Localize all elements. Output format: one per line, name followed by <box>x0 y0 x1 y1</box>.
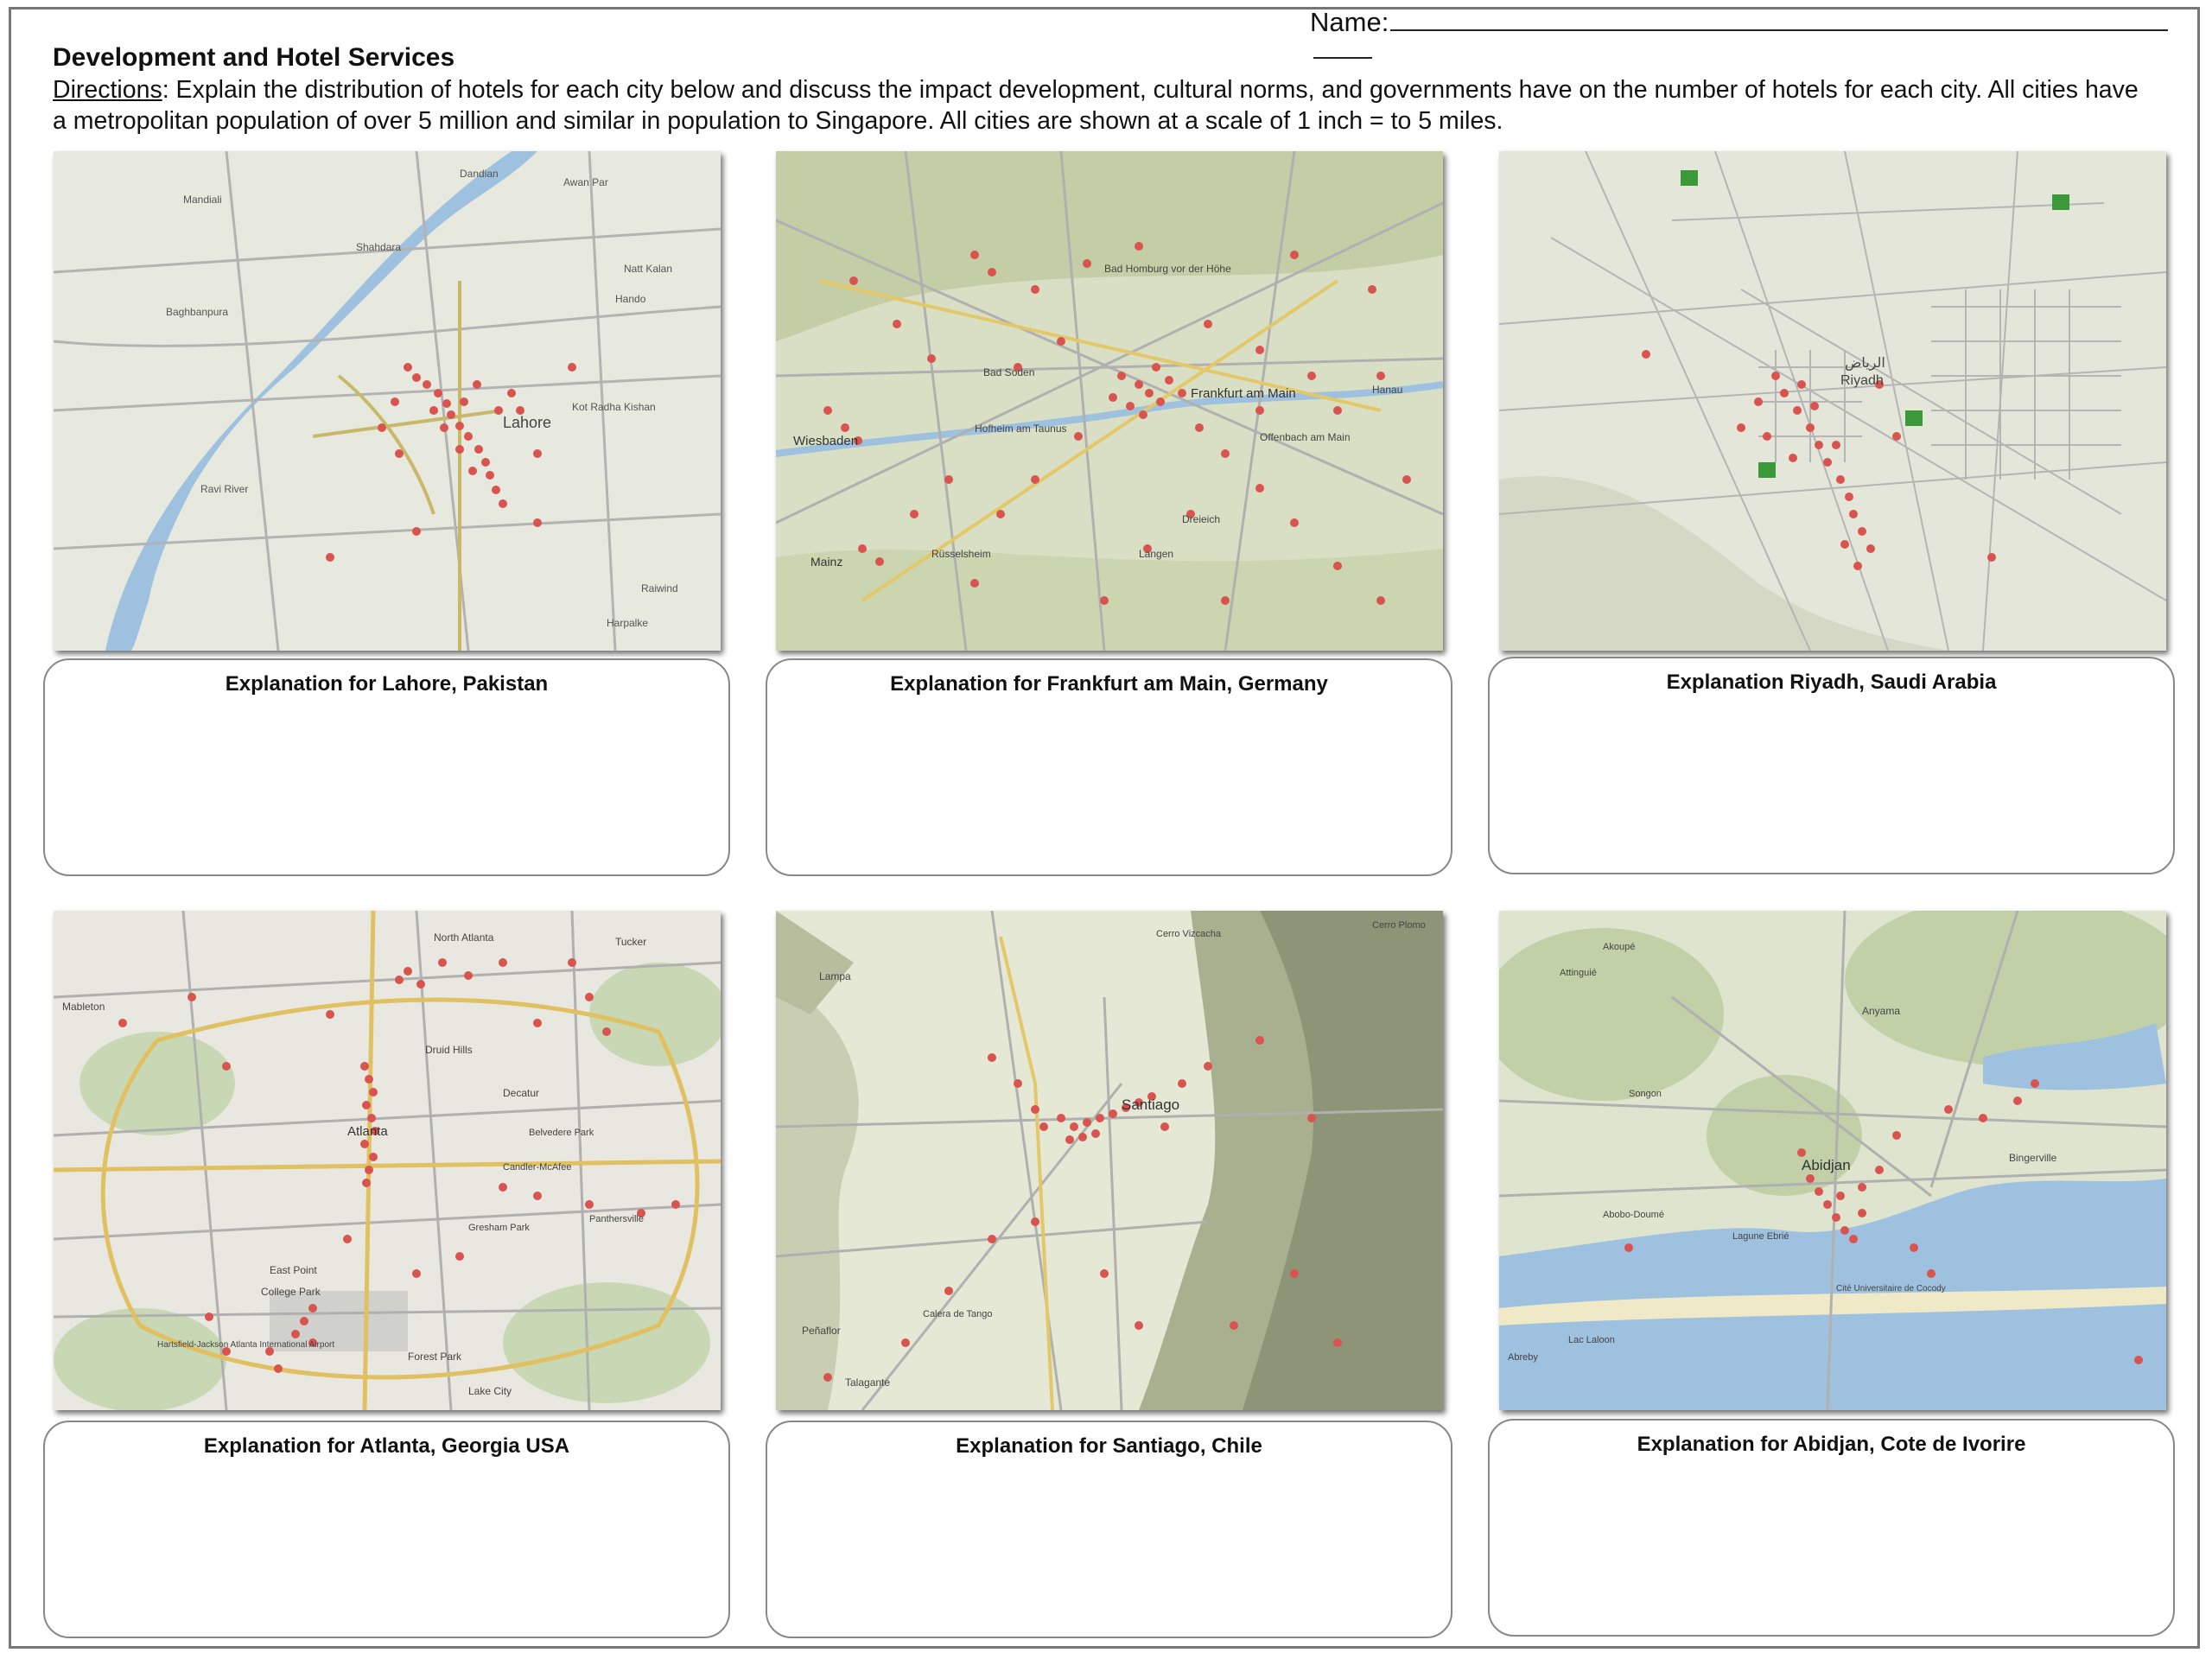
map-label-lampa: Lampa <box>819 970 851 982</box>
map-label-calera-de-tango: Calera de Tango <box>923 1309 993 1319</box>
map-label-decatur: Decatur <box>503 1087 539 1099</box>
explanation-box-abidjan[interactable]: Explanation for Abidjan, Cote de Ivorire <box>1488 1419 2175 1637</box>
map-label-kot-radha-kishan: Kot Radha Kishan <box>572 401 656 413</box>
map-atlanta-svg: Atlanta Decatur North Atlanta Druid Hill… <box>54 911 721 1410</box>
worksheet-title: Development and Hotel Services <box>53 43 455 72</box>
map-label-cerro-vizcacha: Cerro Vizcacha <box>1156 929 1222 939</box>
directions-body: : Explain the distribution of hotels for… <box>53 76 2139 135</box>
map-label-lac-laloon: Lac Laloon <box>1568 1335 1615 1345</box>
map-santiago: Santiago Lampa Peñaflor Talagante Calera… <box>776 911 1443 1410</box>
name-field[interactable]: Name: <box>1310 3 2169 38</box>
map-label-hofheim: Hofheim am Taunus <box>975 423 1067 435</box>
map-label-bingerville: Bingerville <box>2009 1152 2057 1164</box>
map-label-offenbach: Offenbach am Main <box>1260 431 1351 443</box>
map-label-santiago: Santiago <box>1122 1096 1179 1113</box>
map-label-songon: Songon <box>1629 1089 1662 1099</box>
explanation-caption: Explanation for Abidjan, Cote de Ivorire <box>1637 1433 2026 1456</box>
map-label-baghbanpura: Baghbanpura <box>166 306 228 318</box>
map-label-belvedere-park: Belvedere Park <box>529 1128 594 1138</box>
map-label-attinguie: Attinguié <box>1560 968 1597 978</box>
map-atlanta: Atlanta Decatur North Atlanta Druid Hill… <box>54 911 721 1410</box>
map-label-riyadh-arabic: الرياض <box>1845 354 1885 372</box>
map-frankfurt-svg: Frankfurt am Main Wiesbaden Mainz Bad Ho… <box>776 151 1443 651</box>
map-riyadh-svg: Riyadh الرياض <box>1499 151 2166 651</box>
map-label-college-park: College Park <box>261 1286 321 1298</box>
map-riyadh: Riyadh الرياض <box>1499 151 2166 651</box>
explanation-caption: Explanation for Frankfurt am Main, Germa… <box>890 672 1328 696</box>
map-label-awan-par: Awan Par <box>563 176 608 188</box>
map-label-tucker: Tucker <box>615 936 646 948</box>
map-label-abobo-doume: Abobo-Doumé <box>1603 1210 1664 1220</box>
map-label-dandian: Dandian <box>460 168 499 180</box>
explanation-box-frankfurt[interactable]: Explanation for Frankfurt am Main, Germa… <box>766 658 1452 876</box>
map-frankfurt: Frankfurt am Main Wiesbaden Mainz Bad Ho… <box>776 151 1443 651</box>
map-label-dreieich: Dreieich <box>1182 513 1220 525</box>
explanation-caption: Explanation for Lahore, Pakistan <box>225 672 549 696</box>
map-abidjan-svg: Abidjan Anyama Bingerville Cité Universi… <box>1499 911 2166 1410</box>
map-label-mainz: Mainz <box>810 555 842 569</box>
name-label: Name: <box>1310 7 1389 37</box>
map-label-russelsheim: Rüsselsheim <box>931 548 991 560</box>
map-label-druid-hills: Druid Hills <box>425 1044 473 1056</box>
map-label-panthersville: Panthersville <box>589 1214 644 1224</box>
explanation-caption: Explanation for Santiago, Chile <box>956 1434 1262 1458</box>
map-label-cerro-plomo: Cerro Plomo <box>1372 920 1426 931</box>
map-label-shahdara: Shahdara <box>356 241 401 253</box>
map-label-bad-soden: Bad Soden <box>983 366 1034 378</box>
explanation-caption: Explanation Riyadh, Saudi Arabia <box>1666 671 1997 694</box>
map-label-north-atlanta: North Atlanta <box>434 931 494 944</box>
directions-text: Directions: Explain the distribution of … <box>53 74 2144 137</box>
map-label-hando: Hando <box>615 293 646 305</box>
map-label-mableton: Mableton <box>62 1001 105 1013</box>
map-label-east-point: East Point <box>270 1264 317 1276</box>
map-label-akoupe: Akoupé <box>1603 942 1635 952</box>
map-label-cite-universitaire: Cité Universitaire de Cocody <box>1836 1284 1946 1294</box>
explanation-caption: Explanation for Atlanta, Georgia USA <box>203 1434 570 1458</box>
map-label-natt-kalan: Natt Kalan <box>624 263 672 275</box>
explanation-box-lahore[interactable]: Explanation for Lahore, Pakistan <box>43 658 730 876</box>
explanation-box-atlanta[interactable]: Explanation for Atlanta, Georgia USA <box>43 1421 730 1638</box>
map-lahore: Lahore Shahdara Mandiali Baghbanpura Kot… <box>54 151 721 651</box>
map-label-mandiali: Mandiali <box>183 194 222 206</box>
map-label-frankfurt: Frankfurt am Main <box>1191 386 1296 401</box>
map-label-lake-city: Lake City <box>468 1385 512 1397</box>
map-label-forest-park: Forest Park <box>408 1351 462 1363</box>
map-label-bad-homburg: Bad Homburg vor der Höhe <box>1104 263 1231 275</box>
map-label-langen: Langen <box>1139 548 1173 560</box>
map-label-penaflor: Peñaflor <box>802 1325 841 1337</box>
name-blank-line[interactable] <box>1390 3 2169 31</box>
map-label-talagante: Talagante <box>845 1376 890 1389</box>
name-blank-line-continued <box>1313 57 1372 59</box>
map-label-wiesbaden: Wiesbaden <box>793 434 858 448</box>
map-label-lahore: Lahore <box>503 414 551 431</box>
map-label-lagune-ebrie: Lagune Ebrié <box>1732 1231 1789 1242</box>
map-label-atlanta: Atlanta <box>347 1124 388 1139</box>
map-label-candler-mcafee: Candler-McAfee <box>503 1162 571 1173</box>
map-label-gresham-park: Gresham Park <box>468 1223 530 1233</box>
map-label-hanau: Hanau <box>1372 384 1402 396</box>
map-label-airport: Hartsfield-Jackson Atlanta International… <box>157 1340 334 1350</box>
map-lahore-svg: Lahore Shahdara Mandiali Baghbanpura Kot… <box>54 151 721 651</box>
map-label-raiwind: Raiwind <box>641 582 678 594</box>
map-label-ravi-river: Ravi River <box>200 483 248 495</box>
explanation-box-riyadh[interactable]: Explanation Riyadh, Saudi Arabia <box>1488 657 2175 874</box>
map-santiago-svg: Santiago Lampa Peñaflor Talagante Calera… <box>776 911 1443 1410</box>
explanation-box-santiago[interactable]: Explanation for Santiago, Chile <box>766 1421 1452 1638</box>
map-label-riyadh: Riyadh <box>1840 373 1884 388</box>
map-label-abidjan: Abidjan <box>1802 1157 1851 1173</box>
map-abidjan: Abidjan Anyama Bingerville Cité Universi… <box>1499 911 2166 1410</box>
map-label-anyama: Anyama <box>1862 1005 1900 1017</box>
map-label-abreby: Abreby <box>1508 1352 1538 1363</box>
directions-label: Directions <box>53 76 162 104</box>
map-label-harpalke: Harpalke <box>607 617 648 629</box>
